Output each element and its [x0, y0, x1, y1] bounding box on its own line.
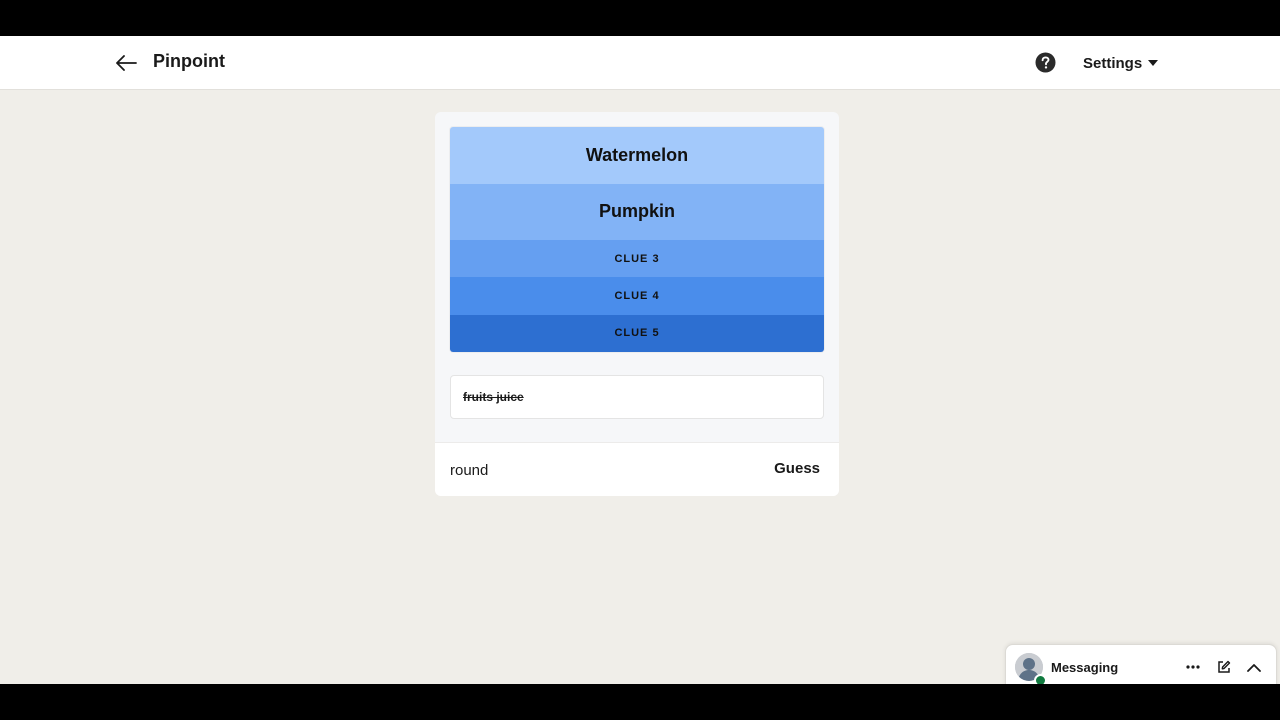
guess-button[interactable]: Guess [774, 460, 820, 477]
clue-4: CLUE 4 [450, 277, 824, 315]
incorrect-guess: fruits juice [463, 390, 524, 404]
help-button[interactable] [1035, 52, 1056, 73]
arrow-left-icon [116, 55, 137, 71]
online-status-dot [1034, 674, 1047, 684]
chevron-up-icon [1247, 663, 1261, 672]
messaging-label: Messaging [1051, 660, 1119, 675]
pinpoint-game-card: Watermelon Pumpkin CLUE 3 CLUE 4 CLUE 5 … [435, 112, 839, 496]
clue-1: Watermelon [450, 127, 824, 184]
back-button[interactable] [112, 50, 140, 76]
ellipsis-icon [1186, 665, 1200, 669]
compose-icon [1218, 660, 1231, 673]
guess-history: fruits juice [450, 375, 824, 419]
messaging-widget[interactable]: Messaging [1005, 644, 1277, 684]
guess-bar: Guess [435, 442, 839, 496]
question-circle-icon [1035, 52, 1056, 73]
guess-input[interactable] [450, 453, 750, 487]
clue-5: CLUE 5 [450, 314, 824, 352]
clue-stack: Watermelon Pumpkin CLUE 3 CLUE 4 CLUE 5 [450, 127, 824, 352]
page-viewport: Pinpoint Settings Watermelon Pumpkin CLU… [0, 36, 1280, 684]
top-bar: Pinpoint Settings [0, 36, 1280, 90]
compose-message-button[interactable] [1215, 658, 1233, 676]
settings-dropdown[interactable]: Settings [1083, 53, 1159, 73]
more-options-button[interactable] [1184, 658, 1202, 676]
expand-messaging-button[interactable] [1245, 658, 1263, 676]
clue-3: CLUE 3 [450, 240, 824, 278]
app-title: Pinpoint [153, 51, 225, 71]
caret-down-icon [1148, 60, 1159, 66]
clue-2: Pumpkin [450, 183, 824, 240]
settings-label: Settings [1083, 54, 1143, 72]
